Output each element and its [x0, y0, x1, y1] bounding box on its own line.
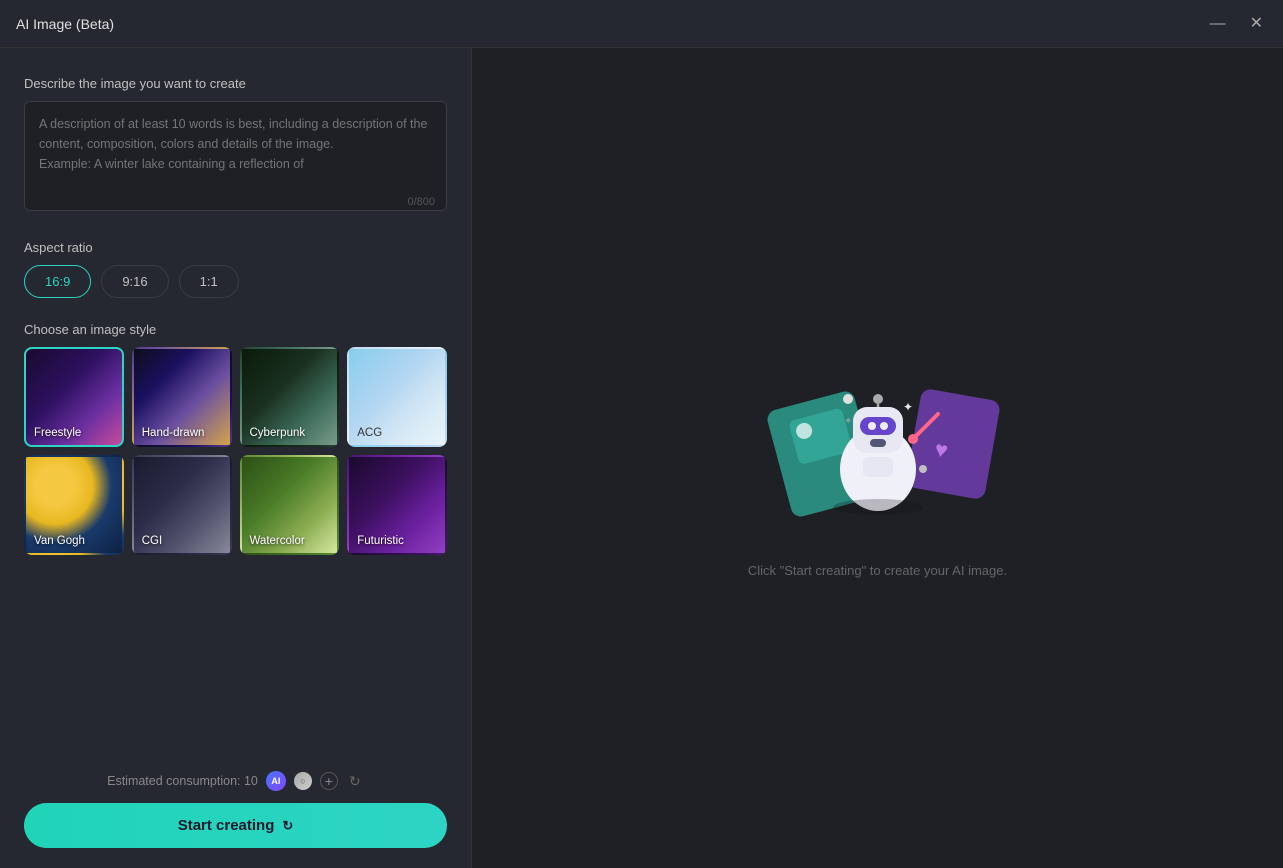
left-panel: Describe the image you want to create 0/…	[0, 48, 472, 868]
svg-text:✦: ✦	[903, 400, 913, 414]
description-section: Describe the image you want to create 0/…	[24, 76, 447, 216]
start-creating-button[interactable]: Start creating ↻	[24, 803, 447, 848]
style-item-freestyle[interactable]: Freestyle	[24, 347, 124, 447]
start-creating-label: Start creating	[178, 817, 275, 834]
window-title: AI Image (Beta)	[16, 16, 114, 32]
refresh-icon[interactable]: ↻	[346, 772, 364, 790]
close-button[interactable]: ✕	[1246, 12, 1267, 36]
app-window: AI Image (Beta) — ✕ Describe the image y…	[0, 0, 1283, 868]
svg-text:✦: ✦	[844, 416, 852, 427]
style-item-cgi[interactable]: CGI	[132, 455, 232, 555]
style-item-acg[interactable]: ACG	[347, 347, 447, 447]
bottom-bar: Estimated consumption: 10 AI ○ + ↻ Start…	[24, 755, 447, 848]
preview-illustration: ♥	[748, 339, 1008, 539]
style-grid: Freestyle Hand-drawn Cyberpunk ACG Van G…	[24, 347, 447, 555]
right-panel: ♥	[472, 48, 1283, 868]
style-label-futuristic: Futuristic	[349, 529, 445, 553]
aspect-ratio-section: Aspect ratio 16:9 9:16 1:1	[24, 240, 447, 298]
aspect-buttons: 16:9 9:16 1:1	[24, 265, 447, 298]
describe-label: Describe the image you want to create	[24, 76, 447, 91]
start-creating-icon: ↻	[282, 818, 293, 834]
aspect-btn-9-16[interactable]: 9:16	[101, 265, 168, 298]
style-label: Choose an image style	[24, 322, 447, 337]
consumption-row: Estimated consumption: 10 AI ○ + ↻	[24, 771, 447, 791]
illustration-svg: ♥	[748, 339, 1008, 539]
plus-icon[interactable]: +	[320, 772, 338, 790]
titlebar: AI Image (Beta) — ✕	[0, 0, 1283, 48]
preview-hint: Click "Start creating" to create your AI…	[748, 563, 1007, 578]
aspect-btn-16-9[interactable]: 16:9	[24, 265, 91, 298]
style-section: Choose an image style Freestyle Hand-dra…	[24, 322, 447, 755]
style-item-watercolor[interactable]: Watercolor	[240, 455, 340, 555]
minimize-button[interactable]: —	[1206, 12, 1230, 36]
style-item-van-gogh[interactable]: Van Gogh	[24, 455, 124, 555]
style-label-cgi: CGI	[134, 529, 230, 553]
style-item-cyberpunk[interactable]: Cyberpunk	[240, 347, 340, 447]
coin-icon: ○	[294, 772, 312, 790]
ai-badge-icon: AI	[266, 771, 286, 791]
content-area: Describe the image you want to create 0/…	[0, 48, 1283, 868]
aspect-ratio-label: Aspect ratio	[24, 240, 447, 255]
consumption-text: Estimated consumption: 10	[107, 774, 258, 788]
style-label-freestyle: Freestyle	[26, 421, 122, 445]
style-item-hand-drawn[interactable]: Hand-drawn	[132, 347, 232, 447]
style-label-cyberpunk: Cyberpunk	[242, 421, 338, 445]
description-input[interactable]	[24, 101, 447, 211]
style-label-acg: ACG	[349, 421, 445, 445]
style-label-hand-drawn: Hand-drawn	[134, 421, 230, 445]
style-label-watercolor: Watercolor	[242, 529, 338, 553]
style-item-futuristic[interactable]: Futuristic	[347, 455, 447, 555]
titlebar-controls: — ✕	[1206, 12, 1267, 36]
aspect-btn-1-1[interactable]: 1:1	[179, 265, 239, 298]
style-label-van-gogh: Van Gogh	[26, 529, 122, 553]
char-count: 0/800	[407, 196, 435, 208]
